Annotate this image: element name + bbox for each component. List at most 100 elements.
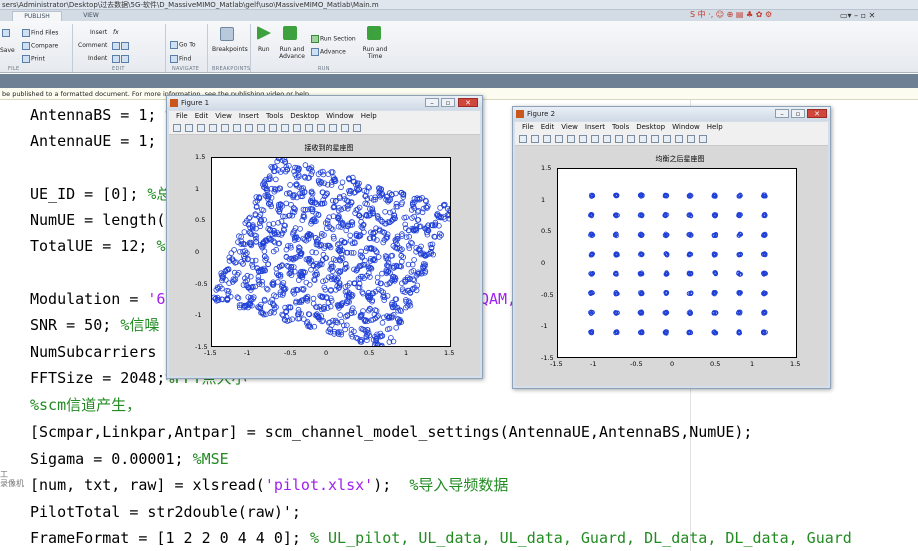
toolbar-tool-icon[interactable] (519, 135, 527, 143)
close-button[interactable]: ✕ (807, 109, 827, 118)
scatter-point (283, 200, 289, 207)
toolbar-tool-icon[interactable] (221, 124, 229, 132)
scatter-point (310, 295, 317, 302)
print-icon (22, 55, 30, 63)
toolbar-tool-icon[interactable] (603, 135, 611, 143)
indent-button[interactable]: Indent (88, 55, 107, 62)
menu-edit[interactable]: Edit (541, 122, 555, 133)
code-line: SNR = 50; %信噪 (30, 316, 160, 334)
toolbar-tool-icon[interactable] (329, 124, 337, 132)
menu-insert[interactable]: Insert (239, 111, 259, 122)
toolbar-tool-icon[interactable] (245, 124, 253, 132)
fx-button[interactable]: fx (113, 29, 119, 36)
run-section-button[interactable]: Run Section (311, 35, 356, 43)
minimize-button[interactable]: – (425, 98, 439, 107)
toolbar-tool-icon[interactable] (531, 135, 539, 143)
indent-icons[interactable] (112, 55, 130, 63)
x-tick-label: 1.5 (444, 349, 455, 357)
tab-publish[interactable]: PUBLISH (12, 11, 62, 21)
toolbar-tool-icon[interactable] (341, 124, 349, 132)
goto-button[interactable]: Go To (170, 41, 196, 49)
compare-button[interactable]: Compare (22, 42, 58, 50)
toolbar-tool-icon[interactable] (197, 124, 205, 132)
menu-help[interactable]: Help (707, 122, 723, 133)
plot-axes[interactable] (557, 168, 797, 358)
menu-window[interactable]: Window (672, 122, 700, 133)
menu-edit[interactable]: Edit (195, 111, 209, 122)
scatter-point (297, 226, 303, 232)
toolbar-tool-icon[interactable] (257, 124, 265, 132)
menu-desktop[interactable]: Desktop (290, 111, 319, 122)
toolbar-tool-icon[interactable] (663, 135, 671, 143)
comment-button[interactable]: Comment (78, 42, 107, 49)
toolbar-tool-icon[interactable] (555, 135, 563, 143)
print-button[interactable]: Print (22, 55, 45, 63)
toolbar-tool-icon[interactable] (651, 135, 659, 143)
run-button[interactable]: Run (258, 46, 270, 53)
toolbar-tool-icon[interactable] (209, 124, 217, 132)
toolbar-tool-icon[interactable] (591, 135, 599, 143)
menu-tools[interactable]: Tools (266, 111, 283, 122)
y-tick-label: 0.5 (195, 216, 206, 225)
compare-icon (22, 42, 30, 50)
scatter-point (310, 300, 317, 307)
find-button[interactable]: Find (170, 55, 191, 63)
run-time-icon[interactable] (367, 26, 381, 40)
run-advance-icon[interactable] (283, 26, 297, 40)
menu-file[interactable]: File (176, 111, 188, 122)
scatter-point (264, 286, 271, 293)
toolbar-tool-icon[interactable] (615, 135, 623, 143)
toolbar-tool-icon[interactable] (639, 135, 647, 143)
menu-file[interactable]: File (522, 122, 534, 133)
save-button[interactable] (2, 29, 11, 37)
breakpoints-button[interactable]: Breakpoints (212, 46, 248, 53)
scatter-point (339, 179, 346, 186)
toolbar-tool-icon[interactable] (269, 124, 277, 132)
toolbar-tool-icon[interactable] (675, 135, 683, 143)
breakpoints-icon[interactable] (220, 27, 234, 41)
toolbar-tool-icon[interactable] (687, 135, 695, 143)
toolbar-tool-icon[interactable] (281, 124, 289, 132)
maximize-button[interactable]: ▫ (441, 98, 455, 107)
toolbar-tool-icon[interactable] (185, 124, 193, 132)
scatter-point (301, 316, 307, 323)
x-tick-label: -0.5 (630, 360, 643, 368)
menu-help[interactable]: Help (361, 111, 377, 122)
scatter-point (337, 312, 343, 318)
close-button[interactable]: ✕ (458, 98, 478, 107)
toolbar-tool-icon[interactable] (543, 135, 551, 143)
advance-button[interactable]: Advance (311, 48, 346, 56)
toolbar-tool-icon[interactable] (699, 135, 707, 143)
comment-icons[interactable] (112, 42, 130, 50)
menu-desktop[interactable]: Desktop (636, 122, 665, 133)
code-line: AntennaUE = 1; (30, 132, 157, 150)
run-and-time-button[interactable]: Run and Time (362, 46, 388, 60)
menu-view[interactable]: View (215, 111, 232, 122)
menu-tools[interactable]: Tools (612, 122, 629, 133)
code-line: [Scmpar,Linkpar,Antpar] = scm_channel_mo… (30, 423, 753, 441)
toolbar-tool-icon[interactable] (305, 124, 313, 132)
menu-view[interactable]: View (561, 122, 578, 133)
run-and-advance-button[interactable]: Run and Advance (278, 46, 306, 60)
toolbar-tool-icon[interactable] (233, 124, 241, 132)
toolbar-tool-icon[interactable] (627, 135, 635, 143)
run-icon[interactable] (257, 26, 271, 40)
toolbar-tool-icon[interactable] (353, 124, 361, 132)
toolbar-tool-icon[interactable] (567, 135, 575, 143)
menu-window[interactable]: Window (326, 111, 354, 122)
window-controls[interactable]: ▭▾ – ▫ ✕ (840, 11, 875, 20)
plot-axes[interactable] (211, 157, 451, 347)
maximize-button[interactable]: ▫ (791, 109, 805, 118)
menu-insert[interactable]: Insert (585, 122, 605, 133)
toolbar-tool-icon[interactable] (579, 135, 587, 143)
tab-view[interactable]: VIEW (66, 11, 116, 21)
figure-2-window[interactable]: Figure 2 – ▫ ✕ File Edit View Insert Tools De… (512, 106, 831, 389)
toolbar-tool-icon[interactable] (317, 124, 325, 132)
toolbar-tool-icon[interactable] (293, 124, 301, 132)
minimize-button[interactable]: – (775, 109, 789, 118)
figure-1-window[interactable]: Figure 1 – ▫ ✕ File Edit View Insert Tools De… (166, 95, 483, 379)
run-section-icon (311, 35, 319, 43)
toolbar-tool-icon[interactable] (173, 124, 181, 132)
find-files-button[interactable]: Find Files (22, 29, 58, 37)
insert-button[interactable]: Insert (90, 29, 107, 36)
